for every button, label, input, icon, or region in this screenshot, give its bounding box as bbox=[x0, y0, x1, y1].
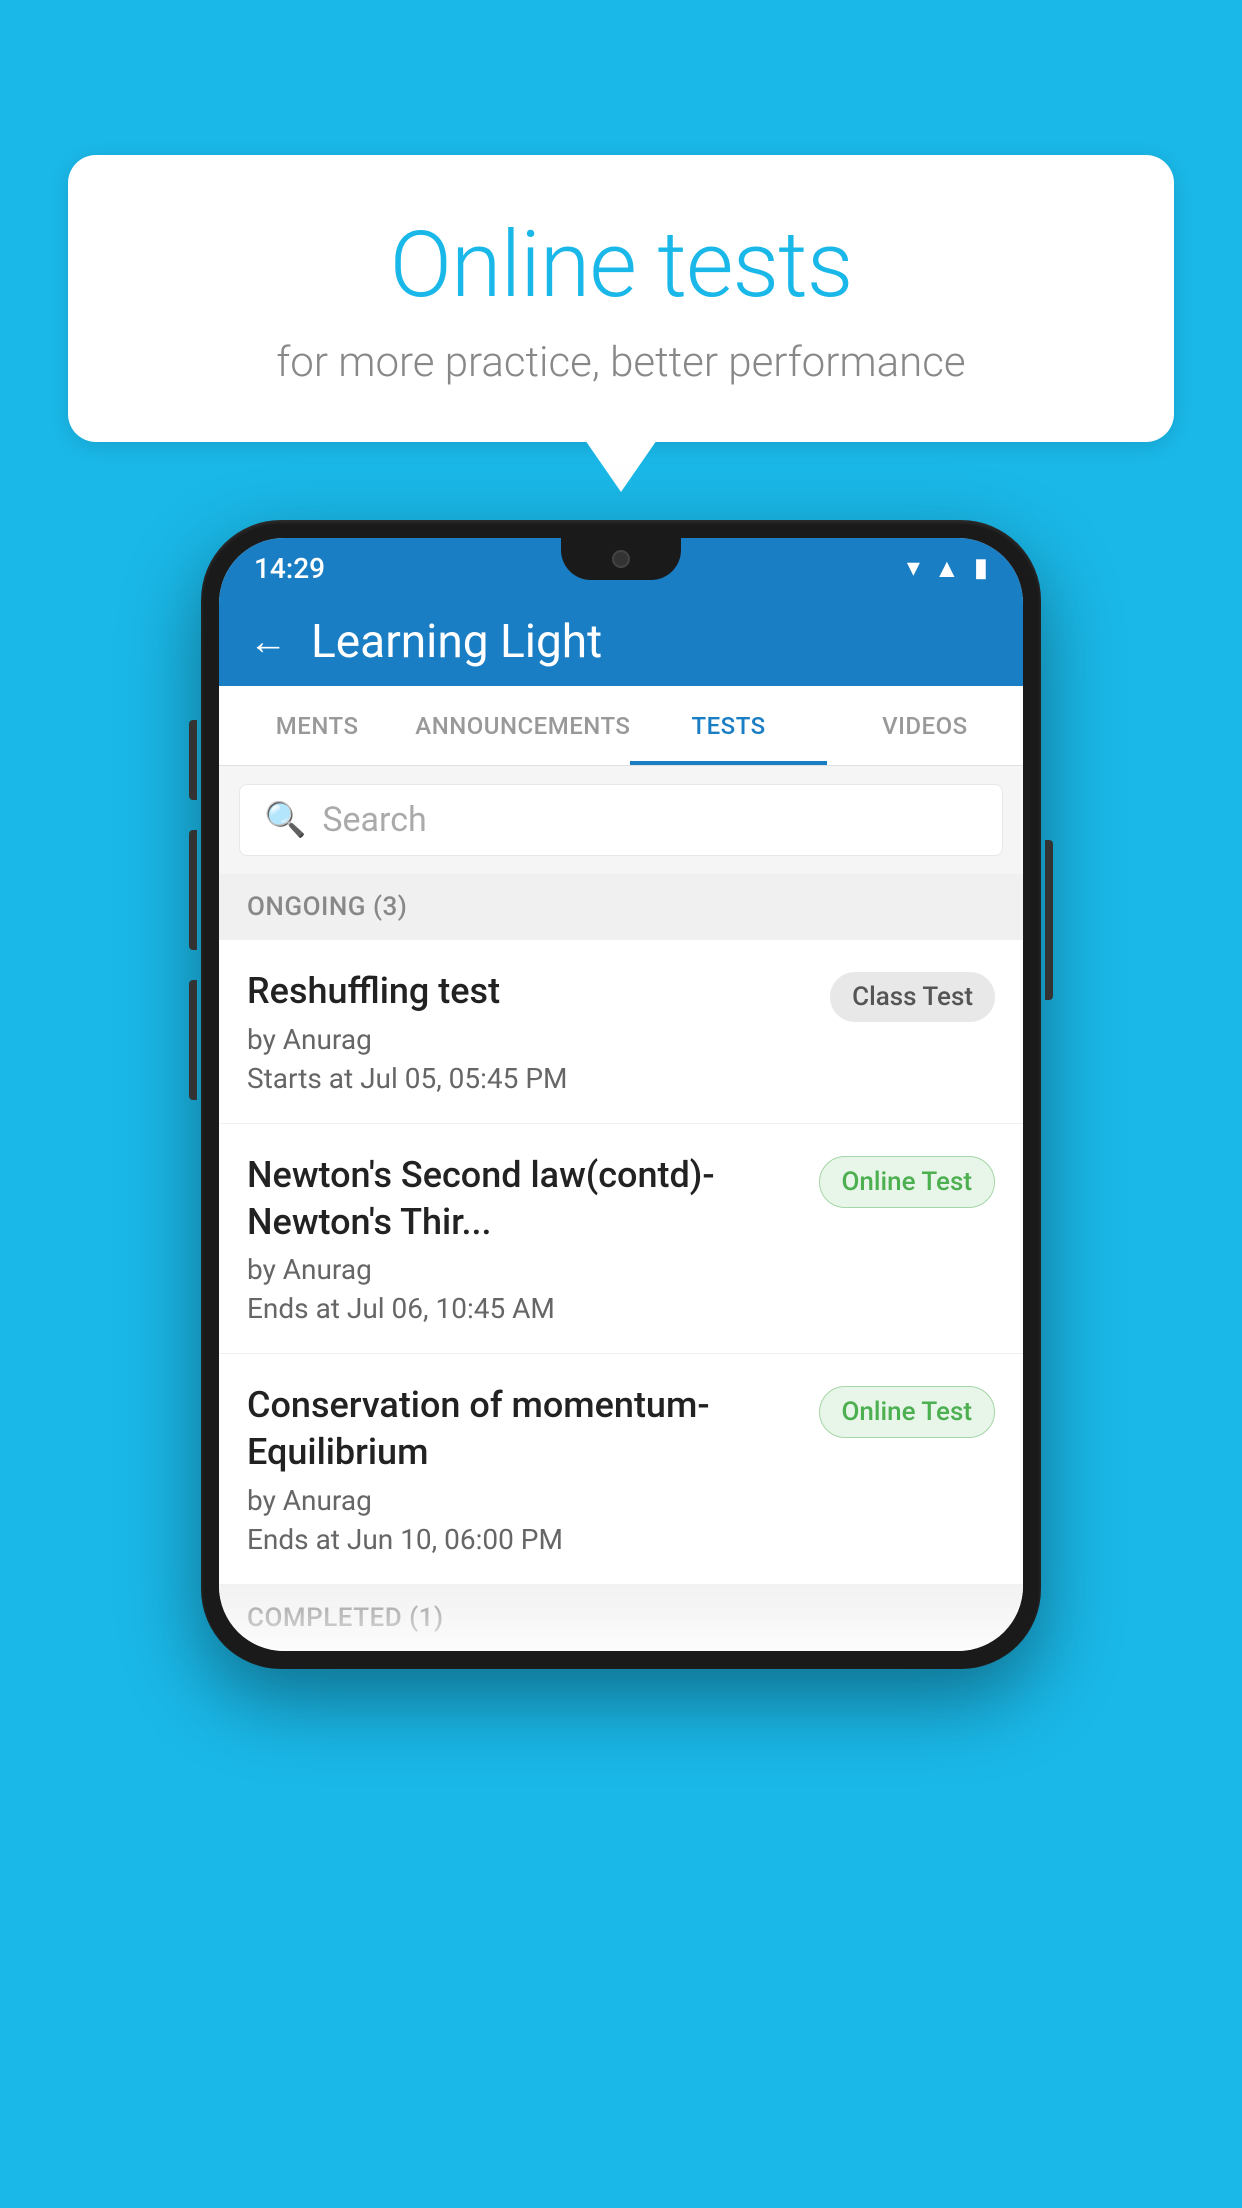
tabs-bar: MENTS ANNOUNCEMENTS TESTS VIDEOS bbox=[219, 686, 1023, 766]
search-icon: 🔍 bbox=[264, 800, 306, 840]
test-item-1[interactable]: Reshuffling test by Anurag Starts at Jul… bbox=[219, 940, 1023, 1124]
wifi-icon: ▾ bbox=[907, 553, 920, 583]
tab-tests[interactable]: TESTS bbox=[630, 686, 826, 765]
volume-down-button bbox=[189, 830, 197, 950]
search-input[interactable]: Search bbox=[322, 800, 426, 840]
test-info-3: Conservation of momentum-Equilibrium by … bbox=[247, 1382, 819, 1556]
test-by-3: by Anurag bbox=[247, 1484, 799, 1517]
test-info-1: Reshuffling test by Anurag Starts at Jul… bbox=[247, 968, 830, 1095]
battery-icon: ▮ bbox=[974, 553, 988, 583]
tab-videos[interactable]: VIDEOS bbox=[827, 686, 1023, 765]
test-title-2: Newton's Second law(contd)-Newton's Thir… bbox=[247, 1152, 799, 1246]
status-bar: 14:29 ▾ ▲ ▮ bbox=[219, 538, 1023, 598]
test-info-2: Newton's Second law(contd)-Newton's Thir… bbox=[247, 1152, 819, 1326]
test-title-1: Reshuffling test bbox=[247, 968, 810, 1015]
app-title: Learning Light bbox=[311, 615, 602, 669]
test-date-2: Ends at Jul 06, 10:45 AM bbox=[247, 1292, 799, 1325]
section-ongoing: ONGOING (3) bbox=[219, 874, 1023, 940]
speech-bubble: Online tests for more practice, better p… bbox=[68, 155, 1174, 442]
notch bbox=[561, 538, 681, 580]
search-bar[interactable]: 🔍 Search bbox=[239, 784, 1003, 856]
test-by-2: by Anurag bbox=[247, 1253, 799, 1286]
status-time: 14:29 bbox=[254, 552, 325, 585]
silent-button bbox=[189, 980, 197, 1100]
test-date-1: Starts at Jul 05, 05:45 PM bbox=[247, 1062, 810, 1095]
phone-frame: 14:29 ▾ ▲ ▮ ← Learning Light MENTS bbox=[201, 520, 1041, 1669]
phone-mockup: 14:29 ▾ ▲ ▮ ← Learning Light MENTS bbox=[201, 520, 1041, 1669]
tab-announcements[interactable]: ANNOUNCEMENTS bbox=[415, 686, 630, 765]
test-badge-1: Class Test bbox=[830, 972, 995, 1022]
test-badge-3: Online Test bbox=[819, 1386, 996, 1438]
test-item-3[interactable]: Conservation of momentum-Equilibrium by … bbox=[219, 1354, 1023, 1585]
app-bar: ← Learning Light bbox=[219, 598, 1023, 686]
bubble-title: Online tests bbox=[118, 215, 1124, 316]
test-list: Reshuffling test by Anurag Starts at Jul… bbox=[219, 940, 1023, 1585]
volume-up-button bbox=[189, 720, 197, 800]
test-date-3: Ends at Jun 10, 06:00 PM bbox=[247, 1523, 799, 1556]
test-item-2[interactable]: Newton's Second law(contd)-Newton's Thir… bbox=[219, 1124, 1023, 1355]
status-icons: ▾ ▲ ▮ bbox=[907, 553, 988, 584]
signal-icon: ▲ bbox=[934, 553, 960, 584]
back-button[interactable]: ← bbox=[249, 620, 287, 664]
tab-ments[interactable]: MENTS bbox=[219, 686, 415, 765]
power-button bbox=[1045, 840, 1053, 1000]
bubble-subtitle: for more practice, better performance bbox=[118, 338, 1124, 387]
camera bbox=[612, 550, 630, 568]
test-title-3: Conservation of momentum-Equilibrium bbox=[247, 1382, 799, 1476]
test-badge-2: Online Test bbox=[819, 1156, 996, 1208]
phone-screen: 14:29 ▾ ▲ ▮ ← Learning Light MENTS bbox=[219, 538, 1023, 1651]
search-container: 🔍 Search bbox=[219, 766, 1023, 874]
test-by-1: by Anurag bbox=[247, 1023, 810, 1056]
section-completed: COMPLETED (1) bbox=[219, 1585, 1023, 1651]
